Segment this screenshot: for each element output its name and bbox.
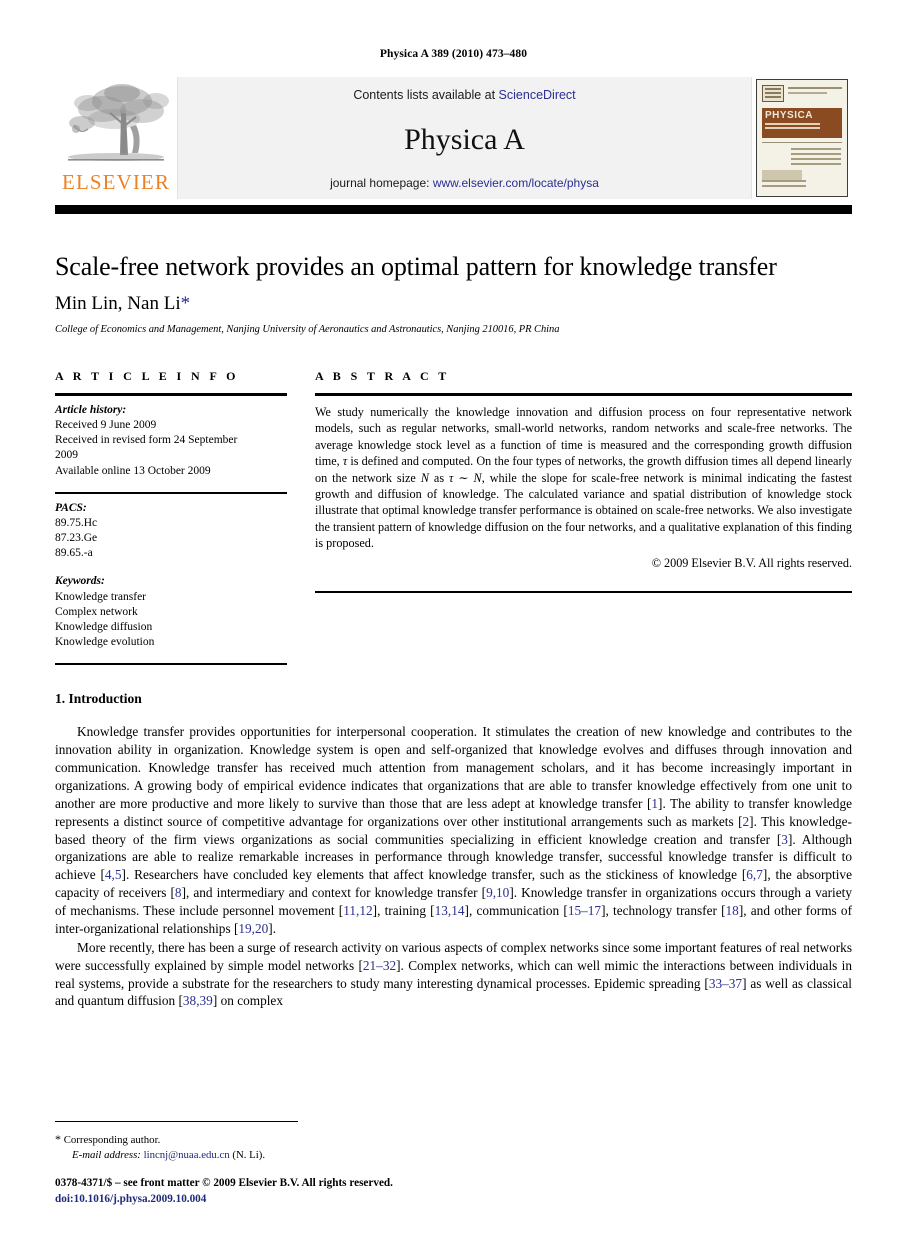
page-footer: * Corresponding author. E-mail address: …	[55, 1120, 475, 1208]
citation-ref-33-37[interactable]: 33–37	[709, 976, 742, 991]
citation-ref-21-32[interactable]: 21–32	[363, 958, 396, 973]
article-history-values: Received 9 June 2009 Received in revised…	[55, 419, 238, 477]
introduction-paragraph-2: More recently, there has been a surge of…	[55, 939, 852, 1011]
running-head: Physica A 389 (2010) 473–480	[379, 48, 528, 60]
footnote-rule	[55, 1120, 298, 1122]
introduction-heading: 1. Introduction	[55, 691, 142, 707]
citation-ref-38-39[interactable]: 38,39	[183, 993, 213, 1008]
cover-title: PHYSICA	[765, 110, 813, 121]
keywords-label: Keywords:	[55, 575, 105, 588]
corresponding-author-line: * Corresponding author.	[55, 1131, 475, 1148]
introduction-section: 1. Introduction Knowledge transfer provi…	[55, 691, 852, 1010]
issn-line: 0378-4371/$ – see front matter © 2009 El…	[55, 1177, 393, 1190]
citation-ref-19-20[interactable]: 19,20	[238, 921, 268, 936]
citation-ref-13-14[interactable]: 13,14	[435, 903, 465, 918]
cover-subtitle-lines	[762, 123, 842, 129]
contents-lists-line: Contents lists available at ScienceDirec…	[353, 88, 575, 102]
abstract-column: A B S T R A C T We study numerically the…	[315, 369, 852, 665]
paper-page: Physica A 389 (2010) 473–480 ELSEVIER Co…	[0, 0, 907, 1238]
citation-ref-15-17[interactable]: 15–17	[568, 903, 601, 918]
intro-p1-e: ]. Researchers have concluded key elemen…	[121, 867, 747, 883]
corresponding-author-text: Corresponding author.	[63, 1133, 161, 1146]
citation-ref-4-5[interactable]: 4,5	[105, 867, 122, 882]
introduction-paragraph-1: Knowledge transfer provides opportunitie…	[55, 723, 852, 938]
abstract-body: We study numerically the knowledge innov…	[315, 396, 852, 571]
cover-title-band: PHYSICA	[762, 108, 842, 138]
doi-label: doi:	[55, 1193, 74, 1206]
cover-rule-2	[788, 92, 827, 94]
doi-link[interactable]: 10.1016/j.physa.2009.10.004	[74, 1193, 207, 1205]
abstract-copyright: © 2009 Elsevier B.V. All rights reserved…	[651, 555, 852, 570]
keywords-group: Keywords: Knowledge transfer Complex net…	[55, 574, 287, 650]
citation-ref-9-10[interactable]: 9,10	[486, 885, 509, 900]
abstract-part-3: as	[428, 470, 450, 485]
abstract-part-4: ∼	[453, 470, 474, 485]
corresponding-author-note: * Corresponding author. E-mail address: …	[55, 1131, 475, 1163]
affiliation: College of Economics and Management, Nan…	[55, 324, 560, 336]
cover-author-lines	[791, 148, 841, 168]
homepage-prefix: journal homepage:	[330, 176, 433, 190]
doi-line: doi:10.1016/j.physa.2009.10.004	[55, 1192, 475, 1208]
elsevier-tree-icon	[68, 84, 169, 161]
cover-image: PHYSICA	[756, 79, 848, 197]
journal-cover-thumbnail: PHYSICA	[752, 77, 852, 199]
citation-ref-8[interactable]: 8	[175, 885, 182, 900]
abstract-bottom-rule	[315, 590, 852, 593]
cover-rule-1	[788, 87, 842, 89]
info-abstract-columns: A R T I C L E I N F O Article history: R…	[55, 369, 852, 666]
elsevier-logo: ELSEVIER	[55, 77, 177, 199]
article-info-body: Article history: Received 9 June 2009 Re…	[55, 396, 287, 666]
article-info-bottom-rule	[55, 663, 287, 666]
journal-banner: ELSEVIER Contents lists available at Sci…	[55, 77, 852, 199]
article-history-group: Article history: Received 9 June 2009 Re…	[55, 403, 287, 479]
citation-ref-11-12[interactable]: 11,12	[343, 903, 372, 918]
title-block: Scale-free network provides an optimal p…	[55, 252, 852, 335]
journal-title: Physica A	[404, 123, 525, 156]
pacs-group: PACS: 89.75.Hc 87.23.Ge 89.65.-a	[55, 501, 287, 562]
banner-center: Contents lists available at ScienceDirec…	[177, 77, 752, 199]
citation-ref-18[interactable]: 18	[726, 903, 739, 918]
banner-bottom-bar	[55, 205, 852, 214]
journal-homepage-line: journal homepage: www.elsevier.com/locat…	[330, 176, 599, 190]
cover-footer-lines	[762, 180, 842, 190]
intro-p1-j: ], communication [	[464, 903, 568, 919]
citation-ref-3[interactable]: 3	[781, 832, 788, 847]
abstract-n-2: N	[473, 470, 482, 485]
page-title: Scale-free network provides an optimal p…	[55, 252, 777, 281]
corresponding-author-marker: *	[180, 293, 191, 315]
keywords-values: Knowledge transfer Complex network Knowl…	[55, 590, 155, 649]
journal-homepage-link[interactable]: www.elsevier.com/locate/physa	[433, 176, 599, 190]
footnote-marker: *	[55, 1131, 61, 1146]
pacs-label: PACS:	[55, 501, 87, 514]
issn-block: 0378-4371/$ – see front matter © 2009 El…	[55, 1176, 475, 1208]
pacs-values: 89.75.Hc 87.23.Ge 89.65.-a	[55, 516, 98, 560]
intro-p1-g: ], and intermediary and context for know…	[181, 885, 487, 901]
contents-prefix: Contents lists available at	[353, 88, 499, 102]
email-label: E-mail address:	[72, 1149, 141, 1162]
author-list: Min Lin, Nan Li*	[55, 293, 852, 315]
cover-divider	[762, 142, 842, 143]
author-names: Min Lin, Nan Li	[55, 293, 181, 315]
email-link[interactable]: lincnj@nuaa.edu.cn	[144, 1149, 230, 1161]
abstract-heading: A B S T R A C T	[315, 369, 450, 384]
article-info-mid-rule	[55, 491, 287, 494]
email-line: E-mail address: lincnj@nuaa.edu.cn (N. L…	[55, 1148, 475, 1163]
intro-p1-i: ], training [	[372, 903, 435, 919]
sciencedirect-link[interactable]: ScienceDirect	[499, 88, 576, 102]
intro-p2-d: ] on complex	[212, 993, 283, 1009]
article-history-label: Article history:	[55, 403, 127, 416]
article-info-column: A R T I C L E I N F O Article history: R…	[55, 369, 287, 666]
intro-p1-m: ].	[268, 920, 277, 936]
article-info-heading: A R T I C L E I N F O	[55, 369, 239, 384]
email-owner: (N. Li).	[232, 1149, 266, 1162]
intro-p1-k: ], technology transfer [	[601, 903, 726, 919]
cover-emblem	[762, 85, 784, 102]
abstract-n-1: N	[420, 470, 429, 485]
citation-ref-6-7[interactable]: 6,7	[746, 867, 763, 882]
abstract-text: We study numerically the knowledge innov…	[315, 404, 852, 552]
elsevier-wordmark: ELSEVIER	[62, 170, 170, 194]
cover-sciencedirect-mark	[762, 170, 802, 180]
